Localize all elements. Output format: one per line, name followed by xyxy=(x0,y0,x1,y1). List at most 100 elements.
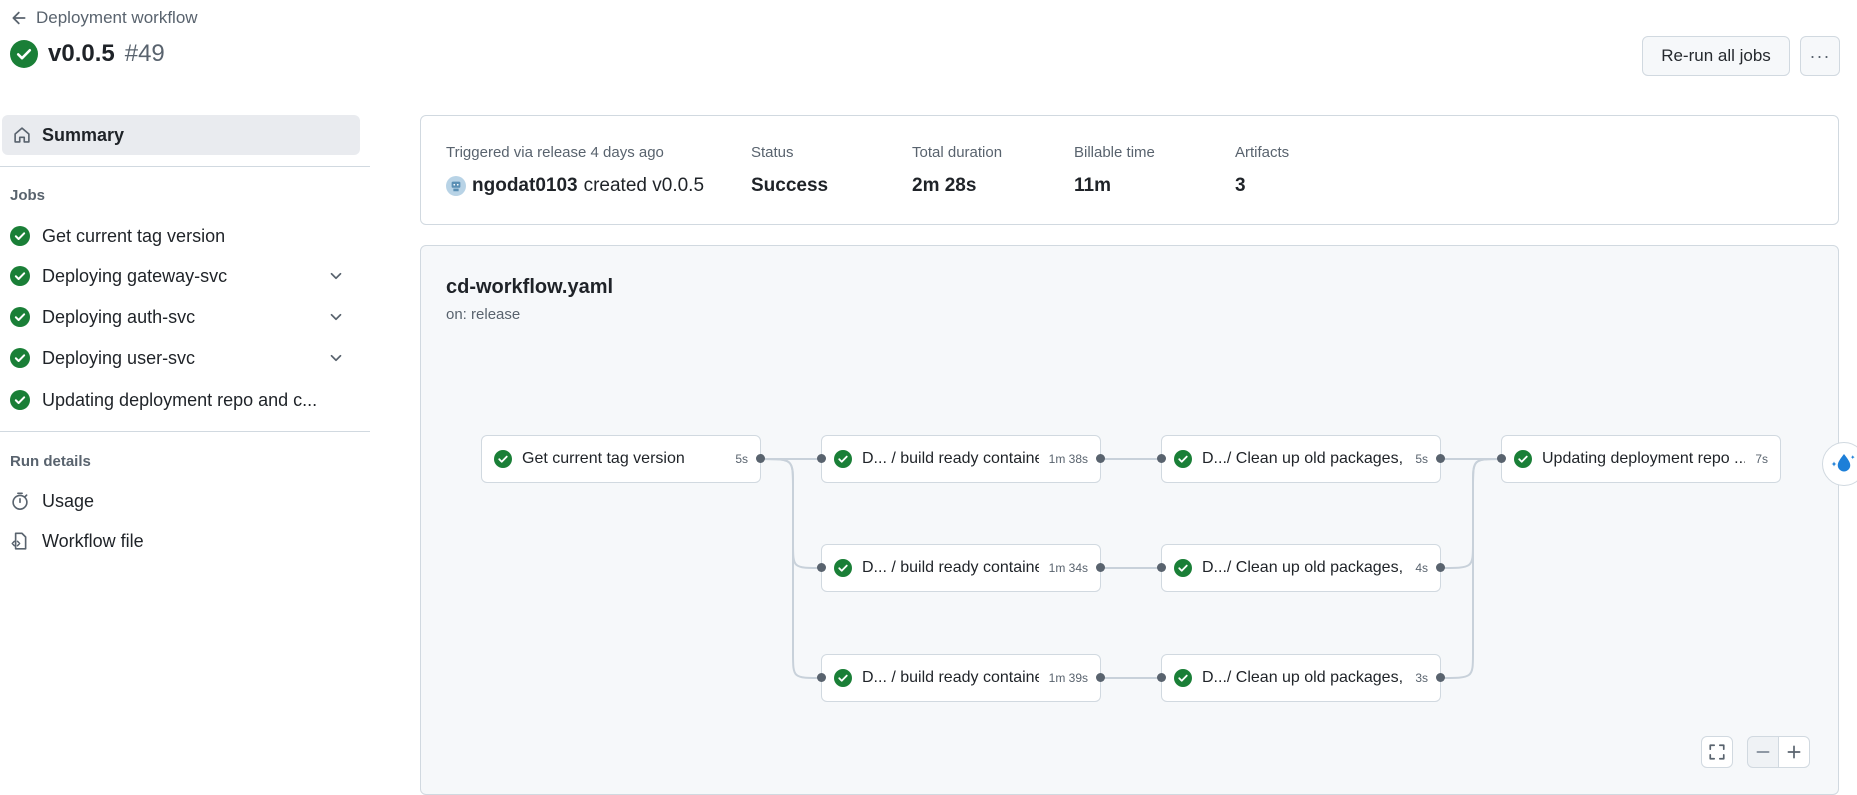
status-label: Status xyxy=(751,144,794,161)
success-check-icon xyxy=(1174,450,1192,468)
trigger-label: Triggered via release 4 days ago xyxy=(446,144,664,161)
success-check-icon xyxy=(494,450,512,468)
node-input-port xyxy=(1157,563,1166,572)
job-node-build-gateway[interactable]: D... / build ready container 1m 38s xyxy=(821,435,1101,483)
node-duration: 1m 38s xyxy=(1048,452,1088,466)
node-output-port xyxy=(1436,563,1445,572)
node-duration: 5s xyxy=(1415,452,1428,466)
usage-label: Usage xyxy=(42,490,95,511)
workflow-run-page: Deployment workflow v0.0.5 #49 Re-run al… xyxy=(0,0,1857,795)
job-label: Get current tag version xyxy=(42,225,226,246)
node-input-port xyxy=(1157,454,1166,463)
node-label: Updating deployment repo ... xyxy=(1542,450,1746,467)
artifacts-value[interactable]: 3 xyxy=(1235,175,1289,197)
sidebar-job-user[interactable]: Deploying user-svc xyxy=(10,340,355,376)
trigger-value: ngodat0103 created v0.0.5 xyxy=(446,175,704,197)
run-number: #49 xyxy=(124,40,165,67)
home-icon xyxy=(14,127,30,143)
more-options-button[interactable]: ··· xyxy=(1800,36,1840,76)
node-input-port xyxy=(1157,673,1166,682)
success-check-icon xyxy=(10,40,38,68)
job-node-build-auth[interactable]: D... / build ready container 1m 34s xyxy=(821,544,1101,592)
plus-icon xyxy=(1787,745,1801,759)
billable-value[interactable]: 11m xyxy=(1074,175,1155,197)
duration-info: Total duration 2m 28s xyxy=(912,144,1002,197)
job-label: Deploying gateway-svc xyxy=(42,265,228,286)
status-value: Success xyxy=(751,175,829,196)
zoom-out-button[interactable] xyxy=(1747,736,1779,768)
edge-tag-to-build2 xyxy=(760,458,822,569)
job-node-updating-repo[interactable]: Updating deployment repo ... 7s xyxy=(1501,435,1781,483)
node-output-port xyxy=(1096,563,1105,572)
node-duration: 3s xyxy=(1415,671,1428,685)
artifacts-label: Artifacts xyxy=(1235,144,1290,161)
sidebar-item-usage[interactable]: Usage xyxy=(10,483,355,519)
zoom-in-button[interactable] xyxy=(1778,736,1810,768)
node-input-port xyxy=(817,454,826,463)
node-output-port xyxy=(1096,673,1105,682)
node-label: D... / build ready container xyxy=(862,559,1039,576)
node-output-port xyxy=(1436,673,1445,682)
minus-icon xyxy=(1756,751,1770,753)
success-check-icon xyxy=(10,266,30,286)
node-label: D.../ Clean up old packages, ... xyxy=(1202,559,1406,576)
sidebar-job-get-tag[interactable]: Get current tag version xyxy=(10,218,355,254)
run-title: v0.0.5 #49 xyxy=(10,40,165,68)
run-name: v0.0.5 xyxy=(48,40,115,67)
node-label: D.../ Clean up old packages, ... xyxy=(1202,669,1406,686)
job-node-cleanup-gateway[interactable]: D.../ Clean up old packages, ... 5s xyxy=(1161,435,1441,483)
node-duration: 5s xyxy=(735,452,748,466)
kebab-horizontal-icon: ··· xyxy=(1809,45,1831,66)
run-summary-card: Triggered via release 4 days ago ngodat0… xyxy=(420,115,1839,225)
billable-label: Billable time xyxy=(1074,144,1155,161)
node-input-port xyxy=(817,563,826,572)
sidebar-item-workflow-file[interactable]: Workflow file xyxy=(10,523,355,559)
fullscreen-button[interactable] xyxy=(1701,736,1733,768)
sidebar-job-gateway[interactable]: Deploying gateway-svc xyxy=(10,258,355,294)
edge-clean2-to-update xyxy=(1440,458,1502,569)
chevron-down-icon[interactable] xyxy=(327,267,345,285)
avatar[interactable] xyxy=(446,176,466,196)
success-check-icon xyxy=(10,348,30,368)
success-check-icon xyxy=(10,307,30,327)
billable-info: Billable time 11m xyxy=(1074,144,1155,197)
job-label: Deploying auth-svc xyxy=(42,306,196,327)
success-check-icon xyxy=(1174,559,1192,577)
sidebar-divider xyxy=(0,431,370,432)
file-code-icon xyxy=(11,532,27,550)
node-label: D... / build ready container xyxy=(862,450,1039,467)
job-node-cleanup-user[interactable]: D.../ Clean up old packages, ... 3s xyxy=(1161,654,1441,702)
sidebar-item-summary[interactable]: Summary xyxy=(2,115,360,155)
trigger-action: created v0.0.5 xyxy=(583,175,705,196)
success-check-icon xyxy=(10,226,30,246)
job-node-get-tag[interactable]: Get current tag version 5s xyxy=(481,435,761,483)
workflow-file-label: Workflow file xyxy=(42,530,144,551)
success-check-icon xyxy=(834,559,852,577)
chevron-down-icon[interactable] xyxy=(327,349,345,367)
trigger-info: Triggered via release 4 days ago ngodat0… xyxy=(446,144,704,197)
artifacts-info: Artifacts 3 xyxy=(1235,144,1289,197)
duration-value: 2m 28s xyxy=(912,175,977,196)
back-to-workflow-link[interactable]: Deployment workflow xyxy=(10,8,198,28)
sidebar-job-auth[interactable]: Deploying auth-svc xyxy=(10,299,355,335)
chevron-down-icon[interactable] xyxy=(327,308,345,326)
success-check-icon xyxy=(1174,669,1192,687)
job-label: Deploying user-svc xyxy=(42,347,196,368)
node-input-port xyxy=(1497,454,1506,463)
job-label: Updating deployment repo and c... xyxy=(42,389,318,410)
success-check-icon xyxy=(1514,450,1532,468)
status-info: Status Success xyxy=(751,144,828,197)
node-duration: 1m 39s xyxy=(1048,671,1088,685)
success-check-icon xyxy=(834,669,852,687)
jobs-heading: Jobs xyxy=(10,187,46,204)
rerun-all-jobs-button[interactable]: Re-run all jobs xyxy=(1642,36,1790,76)
node-duration: 7s xyxy=(1755,452,1768,466)
node-input-port xyxy=(817,673,826,682)
actor-link[interactable]: ngodat0103 xyxy=(472,175,578,197)
node-label: D.../ Clean up old packages, ... xyxy=(1202,450,1406,467)
sidebar-job-updating-repo[interactable]: Updating deployment repo and c... xyxy=(10,382,355,418)
node-label: Get current tag version xyxy=(522,450,685,467)
workflow-graph: cd-workflow.yaml on: release Get current… xyxy=(420,245,1839,795)
job-node-cleanup-auth[interactable]: D.../ Clean up old packages, ... 4s xyxy=(1161,544,1441,592)
job-node-build-user[interactable]: D... / build ready container 1m 39s xyxy=(821,654,1101,702)
